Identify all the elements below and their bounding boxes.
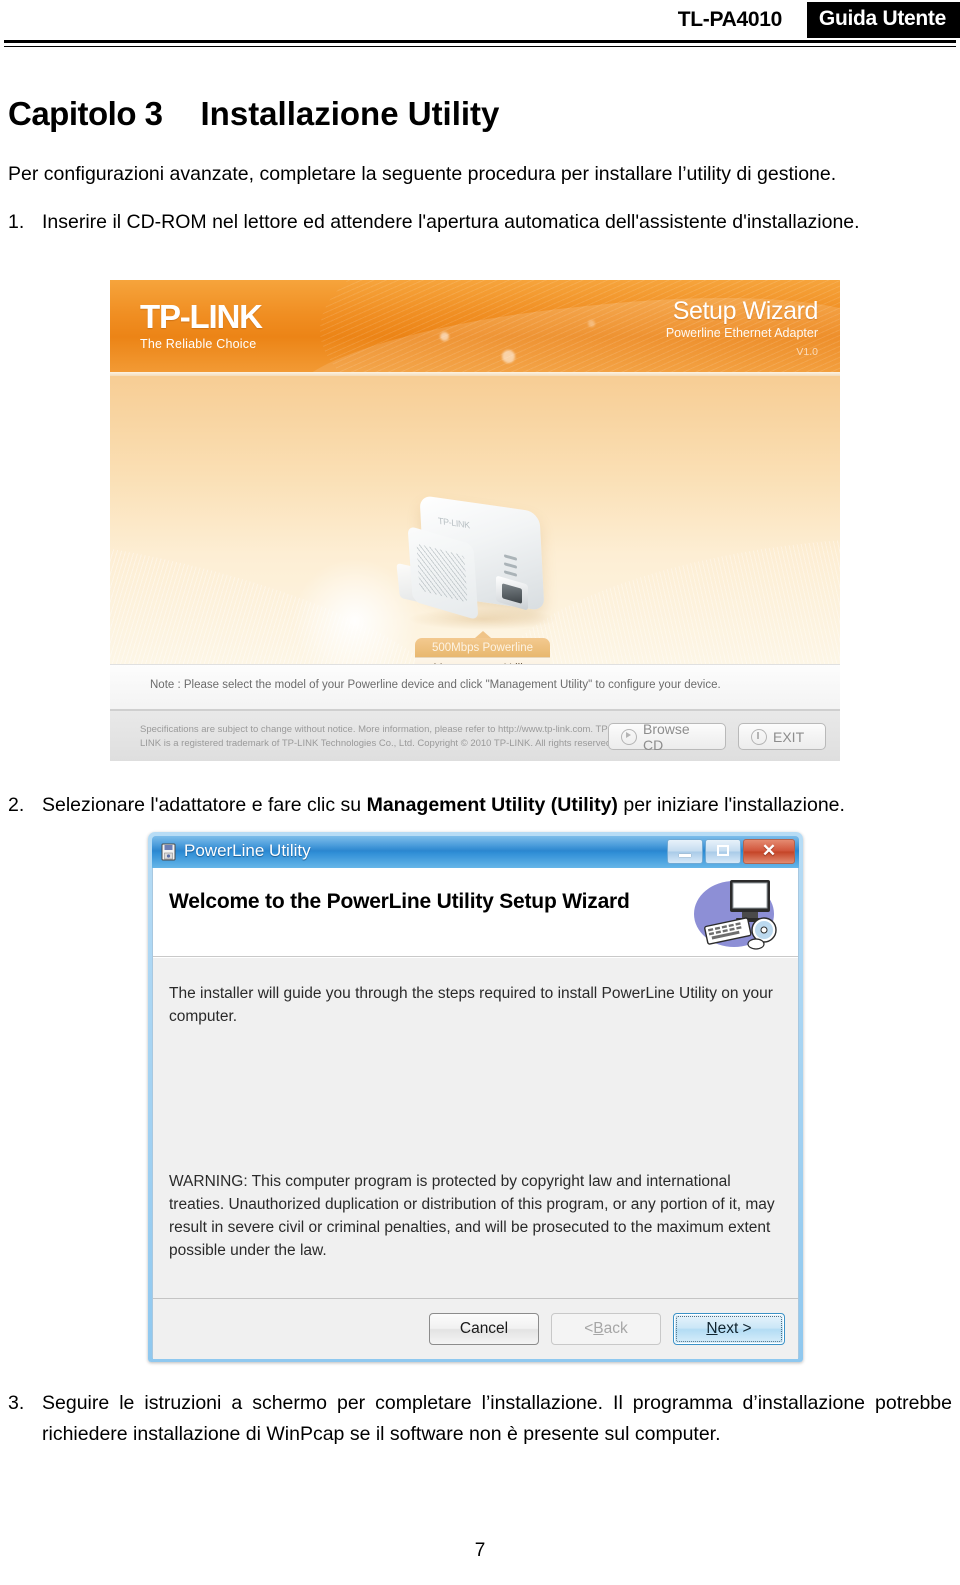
- powerline-adapter-image: TP-LINK: [392, 484, 577, 634]
- wizard-header-banner: TP-LINK The Reliable Choice Setup Wizard…: [110, 280, 840, 372]
- close-button[interactable]: ✕: [743, 839, 795, 864]
- tp-link-tagline: The Reliable Choice: [140, 337, 257, 351]
- minimize-icon: [679, 854, 691, 857]
- powerline-utility-installer-screenshot: PowerLine Utility ✕ Welcome to the Power…: [148, 832, 803, 1362]
- minimize-button[interactable]: [667, 839, 703, 864]
- wizard-footer: Specifications are subject to change wit…: [110, 709, 840, 761]
- wizard-banner-subtitle: Powerline Ethernet Adapter: [665, 326, 818, 340]
- step-3: 3. Seguire le istruzioni a schermo per c…: [8, 1388, 952, 1450]
- wizard-button-bar: Cancel < Back Next >: [153, 1298, 798, 1359]
- installer-warning-text: WARNING: This computer program is protec…: [169, 1173, 775, 1259]
- device-shadow: [408, 608, 558, 630]
- step-1: 1. Inserire il CD-ROM nel lettore ed att…: [8, 207, 952, 238]
- installer-icon: [161, 843, 176, 861]
- wizard-banner-titles: Setup Wizard Powerline Ethernet Adapter …: [665, 297, 819, 358]
- header-model: TL-PA4010: [677, 8, 783, 31]
- window-controls: ✕: [667, 839, 795, 864]
- wizard-note-text: Note : Please select the model of your P…: [150, 679, 721, 691]
- wizard-stage: TP-LINK 500Mbps Powerline Management Uti…: [110, 376, 840, 664]
- header-badge: Guida Utente: [806, 2, 960, 38]
- maximize-button[interactable]: [705, 839, 741, 864]
- intro-paragraph: Per configurazioni avanzate, completare …: [8, 163, 837, 185]
- wizard-note-band: Note : Please select the model of your P…: [110, 664, 840, 710]
- cancel-button[interactable]: Cancel: [429, 1313, 539, 1345]
- chapter-number: Capitolo 3: [8, 95, 163, 132]
- back-label-suffix: ack: [603, 1320, 628, 1337]
- menu-item-management-utility[interactable]: Management Utility: [415, 657, 550, 664]
- header-rule-thick: [4, 40, 956, 43]
- page-number: 7: [474, 1540, 486, 1561]
- chapter-name: Installazione Utility: [200, 95, 500, 132]
- page-header: TL-PA4010 Guida Utente: [0, 0, 960, 47]
- header-bokeh-dot: [502, 350, 515, 363]
- wizard-legal-text: Specifications are subject to change wit…: [140, 724, 614, 749]
- step-3-text: Seguire le istruzioni a schermo per comp…: [42, 1392, 952, 1445]
- browse-cd-label: Browse CD: [643, 720, 690, 753]
- back-label-mnemonic: B: [593, 1320, 604, 1337]
- wizard-heading-band: Welcome to the PowerLine Utility Setup W…: [153, 868, 798, 957]
- header-rule-thin: [4, 46, 956, 47]
- wizard-banner-version: V1.0: [796, 346, 818, 358]
- tp-link-logo: TP-LINK The Reliable Choice: [140, 298, 263, 352]
- exit-button[interactable]: EXIT: [738, 723, 826, 750]
- step-1-text: Inserire il CD-ROM nel lettore ed attend…: [42, 211, 860, 233]
- page-title: Capitolo 3 Installazione Utility: [8, 95, 499, 133]
- step-2: 2. Selezionare l'adattatore e fare clic …: [8, 790, 952, 821]
- step-1-number: 1.: [8, 211, 25, 233]
- wizard-heading-text: Welcome to the PowerLine Utility Setup W…: [169, 890, 630, 913]
- header-bokeh-dot: [588, 320, 595, 327]
- step-2-text-before: Selezionare l'adattatore e fare clic su: [42, 794, 367, 816]
- back-label-prefix: <: [584, 1320, 594, 1337]
- close-icon: ✕: [761, 841, 777, 860]
- step-2-bold-term: Management Utility (Utility): [366, 794, 618, 816]
- exit-label: EXIT: [773, 728, 805, 745]
- step-2-text: Selezionare l'adattatore e fare clic su …: [42, 790, 952, 821]
- computer-cd-icon: [694, 880, 777, 950]
- next-button[interactable]: Next >: [673, 1313, 785, 1345]
- maximize-icon: [717, 845, 729, 856]
- wizard-banner-title: Setup Wizard: [672, 297, 819, 325]
- window-titlebar[interactable]: PowerLine Utility ✕: [152, 836, 799, 868]
- step-2-text-after: per iniziare l'installazione.: [617, 794, 845, 816]
- play-icon: [621, 728, 637, 745]
- model-select-menu: 500Mbps Powerline Management Utility TL-…: [415, 631, 550, 664]
- wizard-body: The installer will guide you through the…: [153, 957, 798, 1298]
- browse-cd-button[interactable]: Browse CD: [608, 720, 726, 753]
- back-button: < Back: [551, 1313, 661, 1345]
- installer-intro-text: The installer will guide you through the…: [169, 985, 773, 1025]
- menu-tab-label: 500Mbps Powerline: [415, 631, 550, 657]
- header-bokeh-dot: [440, 332, 449, 341]
- tp-link-logo-text: TP-LINK: [140, 298, 263, 335]
- cancel-label: Cancel: [459, 1320, 509, 1337]
- step-2-number: 2.: [8, 794, 25, 816]
- power-icon: [751, 728, 767, 745]
- focus-ring: [676, 1316, 782, 1342]
- step-3-number: 3.: [8, 1392, 25, 1414]
- window-title: PowerLine Utility: [184, 841, 311, 860]
- installer-client-area: Welcome to the PowerLine Utility Setup W…: [152, 868, 799, 1359]
- setup-wizard-screenshot: TP-LINK The Reliable Choice Setup Wizard…: [110, 280, 840, 761]
